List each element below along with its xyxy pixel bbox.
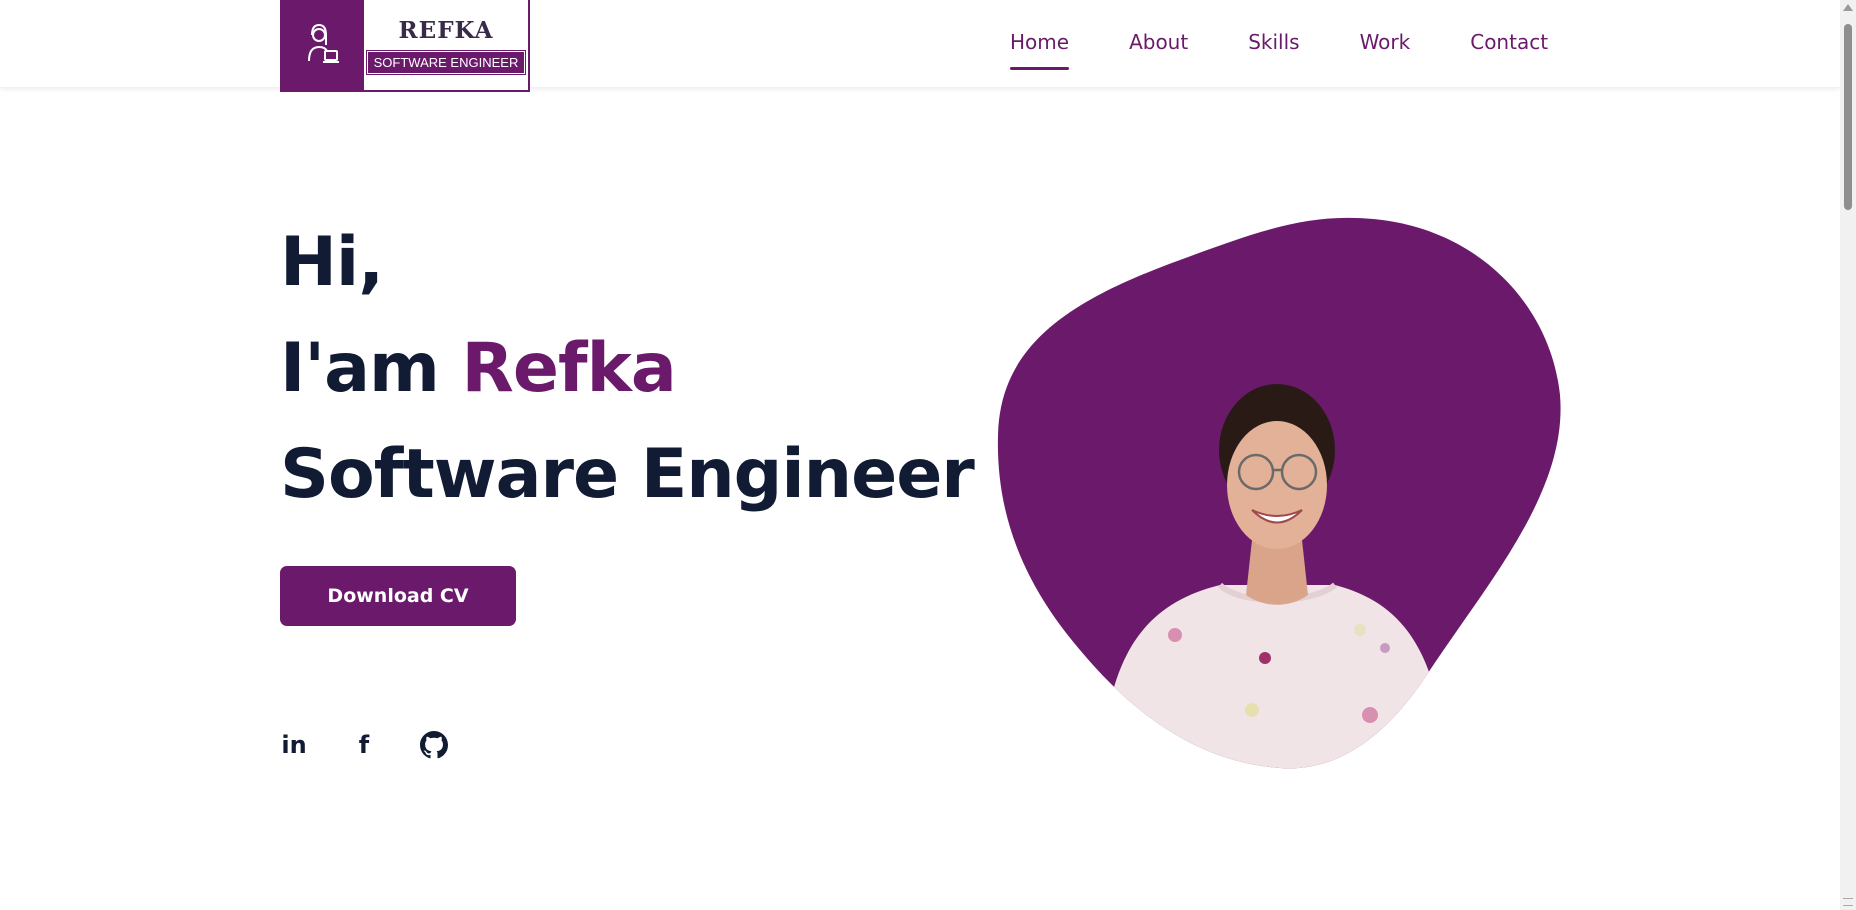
female-engineer-icon — [308, 23, 339, 63]
social-links: in f — [280, 730, 448, 760]
facebook-link[interactable]: f — [350, 730, 378, 760]
logo-name: REFKA — [398, 16, 494, 44]
nav-home[interactable]: Home — [1010, 30, 1070, 70]
logo-role: SOFTWARE ENGINEER — [365, 49, 527, 75]
github-icon — [420, 731, 448, 759]
hero-intro: I'am Refka — [280, 316, 974, 422]
hero-portrait — [997, 217, 1561, 769]
linkedin-link[interactable]: in — [280, 730, 308, 760]
hero-role: Software Engineer — [280, 435, 975, 514]
logo-wordmark: REFKA SOFTWARE ENGINEER — [364, 0, 528, 90]
hero-intro-prefix: I'am — [280, 329, 462, 408]
download-cv-button[interactable]: Download CV — [280, 566, 516, 626]
site-logo[interactable]: REFKA SOFTWARE ENGINEER — [280, 0, 530, 92]
nav-contact[interactable]: Contact — [1470, 30, 1548, 70]
hero-heading: Hi, I'am Refka Software Engineer — [280, 210, 975, 528]
facebook-icon: f — [358, 731, 370, 759]
scroll-down-arrow-icon[interactable] — [1843, 898, 1853, 906]
page: REFKA SOFTWARE ENGINEER Home About Skill… — [0, 0, 1856, 910]
github-link[interactable] — [420, 730, 448, 760]
logo-emblem — [282, 0, 364, 90]
page-scrollbar[interactable] — [1840, 0, 1856, 910]
nav-skills[interactable]: Skills — [1248, 30, 1299, 70]
nav-work[interactable]: Work — [1360, 30, 1411, 70]
site-header: REFKA SOFTWARE ENGINEER Home About Skill… — [0, 0, 1840, 92]
main-nav: Home About Skills Work Contact — [1010, 30, 1548, 70]
scroll-thumb[interactable] — [1844, 24, 1852, 210]
linkedin-icon: in — [281, 731, 307, 759]
hero-name: Refka — [461, 329, 677, 408]
nav-about[interactable]: About — [1129, 30, 1188, 70]
hero-greeting: Hi, — [280, 223, 384, 302]
scroll-up-arrow-icon[interactable] — [1843, 4, 1853, 11]
